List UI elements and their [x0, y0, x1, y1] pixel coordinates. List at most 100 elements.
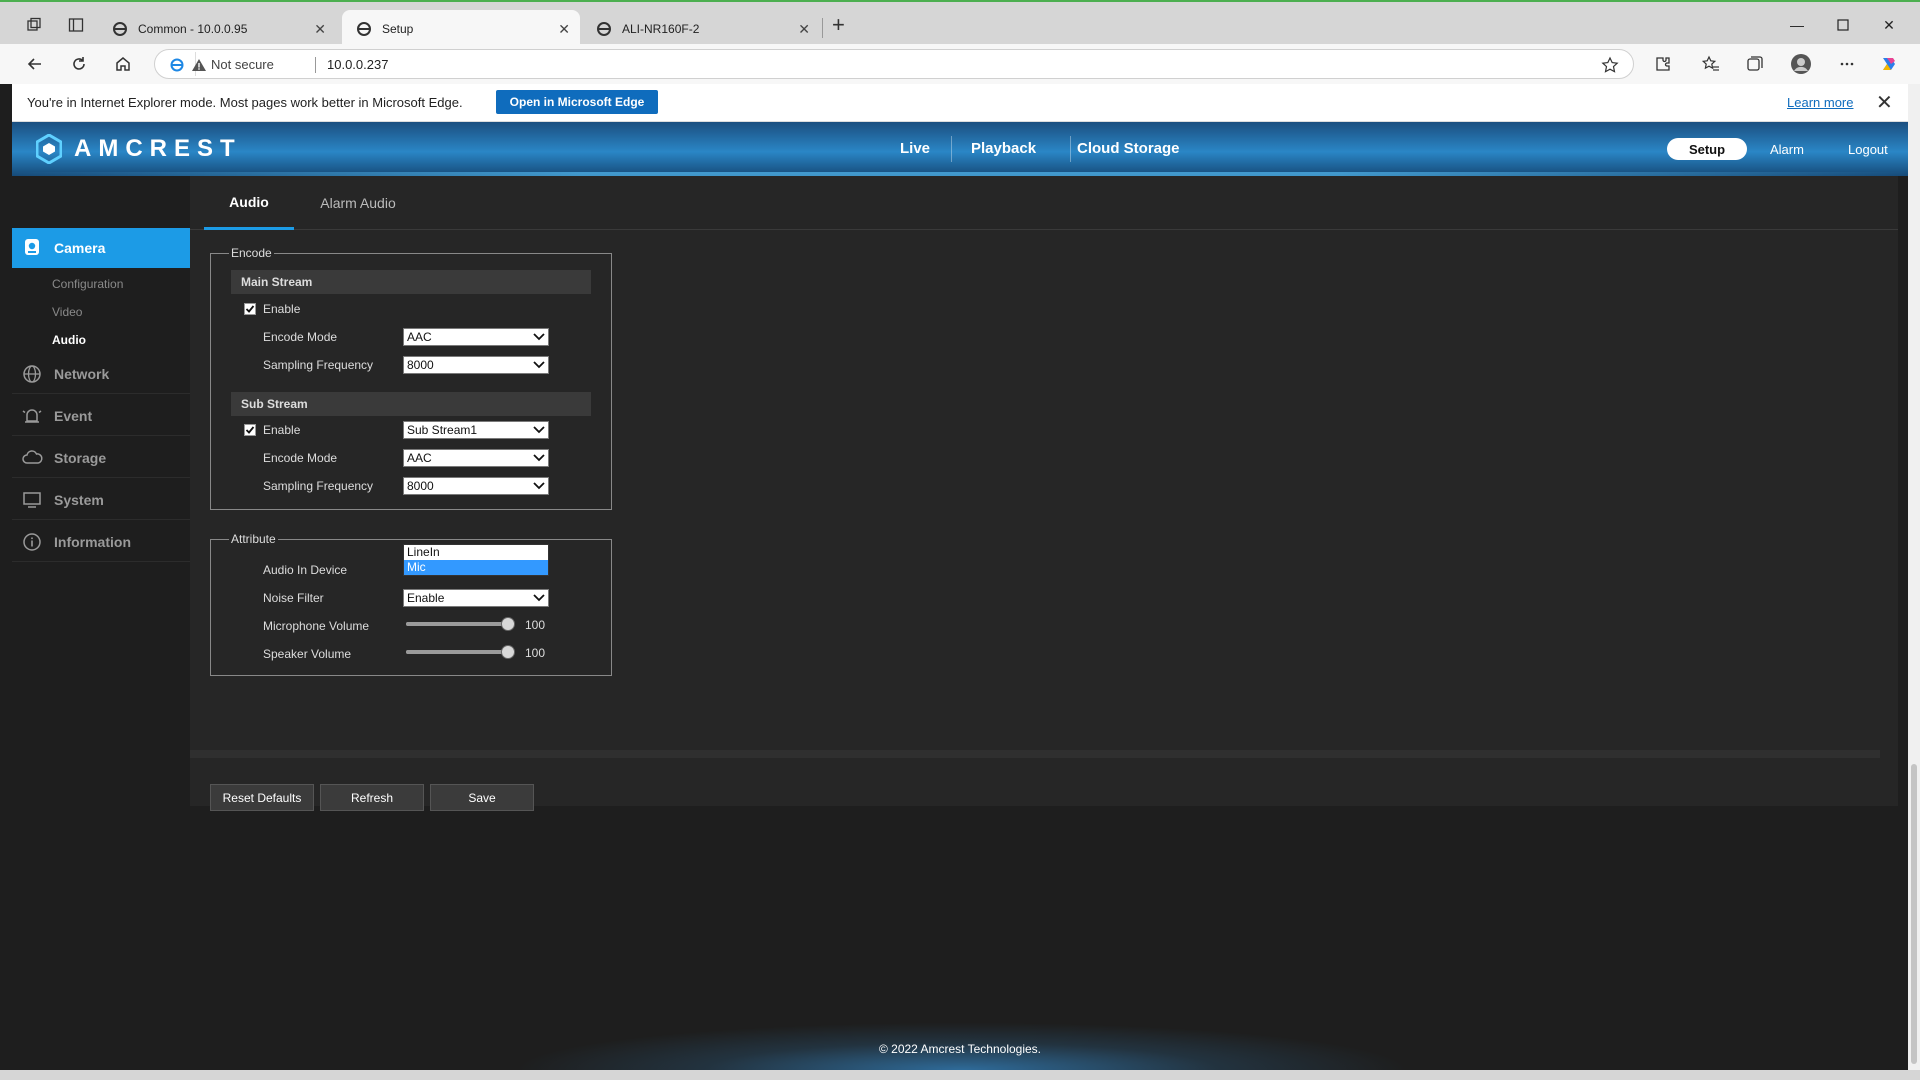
address-bar[interactable]: Not secure 10.0.0.237 — [154, 49, 1634, 79]
sidebar-item-label: Storage — [54, 449, 107, 466]
app-header: AMCREST Live Playback Cloud Storage Setu… — [12, 122, 1908, 176]
workspaces-icon[interactable] — [20, 12, 48, 38]
close-icon[interactable]: ✕ — [798, 21, 810, 38]
window-close-icon[interactable]: ✕ — [1866, 10, 1912, 40]
main-sampling-select[interactable]: 8000 — [403, 356, 549, 374]
ie-icon — [597, 22, 611, 36]
tab-audio[interactable]: Audio — [204, 176, 294, 230]
divider — [315, 57, 316, 73]
tab-ali[interactable]: ALI-NR160F-2 ✕ — [582, 10, 820, 48]
sidebar-item-information[interactable]: Information — [12, 522, 190, 562]
speaker-volume-knob[interactable] — [501, 645, 515, 659]
nav-cloud-storage[interactable]: Cloud Storage — [1077, 140, 1180, 157]
audio-in-device-dropdown[interactable]: LineIn Mic — [403, 544, 549, 576]
ie-mode-message: You're in Internet Explorer mode. Most p… — [27, 95, 463, 110]
brand-name: AMCREST — [74, 135, 242, 162]
sidebar-item-network[interactable]: Network — [12, 354, 190, 394]
camera-icon — [20, 236, 44, 260]
main-encode-mode-select[interactable]: AAC — [403, 328, 549, 346]
learn-more-link[interactable]: Learn more — [1787, 95, 1853, 110]
profile-avatar[interactable] — [1788, 52, 1814, 76]
ie-mode-icon[interactable] — [169, 57, 185, 73]
slider-fill — [406, 622, 506, 626]
favorite-star-icon[interactable] — [1601, 56, 1619, 74]
nav-playback[interactable]: Playback — [971, 140, 1036, 157]
main-sampling-label: Sampling Frequency — [263, 358, 374, 372]
vertical-tabs-icon[interactable] — [62, 12, 90, 38]
sidebar-sub-audio[interactable]: Audio — [52, 333, 86, 347]
sub-stream-enable-checkbox[interactable] — [244, 424, 256, 436]
mic-volume-slider[interactable] — [406, 622, 514, 626]
close-icon[interactable]: ✕ — [558, 21, 570, 38]
noise-filter-select[interactable]: Enable — [403, 589, 549, 607]
encode-legend: Encode — [231, 246, 272, 260]
reset-defaults-button[interactable]: Reset Defaults — [210, 784, 314, 811]
slider-fill — [406, 650, 506, 654]
url-text[interactable]: 10.0.0.237 — [327, 57, 388, 72]
select-value: 8000 — [407, 479, 434, 493]
favorites-icon[interactable] — [1698, 52, 1724, 76]
sidebar: Camera Configuration Video Audio Network… — [12, 176, 198, 1070]
scrollbar-thumb[interactable] — [1911, 764, 1917, 1064]
sidebar-sub-configuration[interactable]: Configuration — [52, 277, 123, 291]
new-tab-icon[interactable]: + — [832, 12, 845, 38]
open-in-edge-button[interactable]: Open in Microsoft Edge — [496, 90, 658, 114]
speaker-volume-slider[interactable] — [406, 650, 514, 654]
alarm-bell-icon — [20, 404, 44, 428]
maximize-icon[interactable] — [1820, 10, 1866, 40]
refresh-button[interactable]: Refresh — [320, 784, 424, 811]
security-status[interactable]: Not secure — [211, 57, 274, 72]
sidebar-sub-video[interactable]: Video — [52, 305, 82, 319]
collections-icon[interactable] — [1742, 52, 1768, 76]
extensions-icon[interactable] — [1650, 52, 1676, 76]
ie-mode-banner: You're in Internet Explorer mode. Most p… — [12, 84, 1908, 122]
tab-title: Common - 10.0.0.95 — [138, 22, 248, 36]
refresh-icon[interactable] — [64, 50, 94, 78]
minimize-icon[interactable]: — — [1774, 10, 1820, 40]
tab-title: ALI-NR160F-2 — [622, 22, 700, 36]
speaker-volume-value: 100 — [525, 646, 546, 660]
main-stream-enable-checkbox[interactable] — [244, 303, 256, 315]
logo-icon — [36, 134, 62, 164]
warning-icon — [192, 59, 206, 71]
sidebar-item-label: Network — [54, 365, 110, 382]
nav-live[interactable]: Live — [900, 140, 930, 157]
sidebar-item-storage[interactable]: Storage — [12, 438, 190, 478]
page-scrollbar[interactable] — [1908, 84, 1920, 1070]
logout-link[interactable]: Logout — [1848, 142, 1888, 157]
save-button[interactable]: Save — [430, 784, 534, 811]
sidebar-item-system[interactable]: System — [12, 480, 190, 520]
setup-button[interactable]: Setup — [1667, 138, 1747, 160]
sub-stream-select[interactable]: Sub Stream1 — [403, 421, 549, 439]
tab-common[interactable]: Common - 10.0.0.95 ✕ — [98, 10, 336, 48]
close-icon[interactable]: ✕ — [314, 21, 326, 38]
alarm-link[interactable]: Alarm — [1770, 142, 1804, 157]
sub-sampling-select[interactable]: 8000 — [403, 477, 549, 495]
sub-encode-mode-select[interactable]: AAC — [403, 449, 549, 467]
dropdown-option-mic[interactable]: Mic — [404, 560, 548, 575]
sidebar-item-camera[interactable]: Camera — [12, 228, 198, 268]
home-icon[interactable] — [108, 50, 138, 78]
copilot-icon[interactable] — [1876, 52, 1902, 76]
globe-icon — [20, 362, 44, 386]
tab-separator — [822, 18, 823, 38]
dropdown-option-linein[interactable]: LineIn — [404, 545, 548, 560]
mic-volume-knob[interactable] — [501, 617, 515, 631]
speaker-volume-label: Speaker Volume — [263, 647, 352, 661]
ie-icon — [357, 22, 371, 36]
select-value: 8000 — [407, 358, 434, 372]
tab-setup[interactable]: Setup ✕ — [342, 10, 580, 48]
nav-separator — [1070, 136, 1071, 162]
back-icon[interactable] — [20, 50, 50, 78]
sidebar-item-event[interactable]: Event — [12, 396, 190, 436]
browser-tabstrip: Common - 10.0.0.95 ✕ Setup ✕ ALI-NR160F-… — [0, 0, 1920, 48]
tab-alarm-audio[interactable]: Alarm Audio — [308, 176, 408, 230]
more-menu-icon[interactable] — [1834, 52, 1860, 76]
chevron-down-icon — [533, 361, 545, 369]
sidebar-item-label: Camera — [54, 240, 106, 256]
subtab-bar: Audio Alarm Audio — [190, 176, 1898, 230]
mic-volume-label: Microphone Volume — [263, 619, 370, 633]
checkmark-icon — [245, 305, 255, 313]
select-value: Enable — [407, 591, 445, 605]
close-icon[interactable]: ✕ — [1876, 90, 1893, 115]
